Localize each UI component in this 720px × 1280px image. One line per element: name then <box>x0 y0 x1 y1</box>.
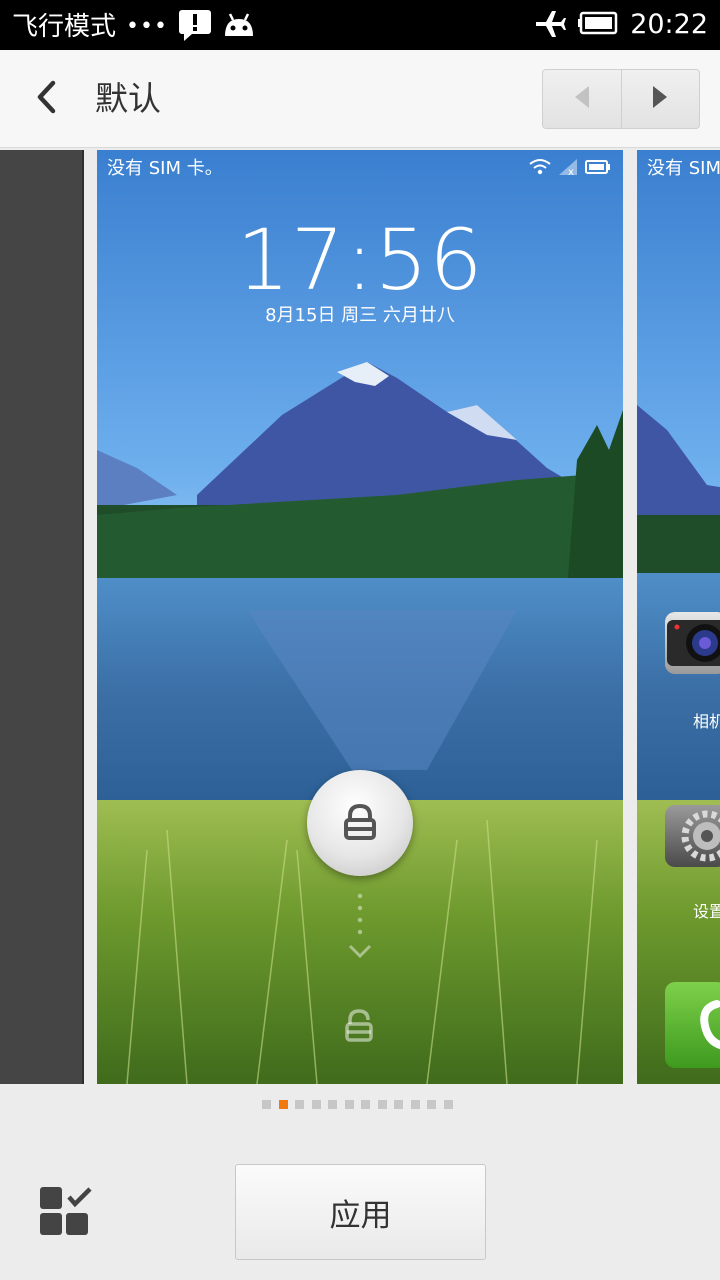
triangle-right-icon <box>651 84 669 114</box>
grid-check-icon <box>38 1187 94 1241</box>
next-preview-status-text: 没有 SIM <box>647 158 720 179</box>
airplane-icon <box>532 8 567 42</box>
page-dot <box>328 1100 337 1109</box>
android-icon <box>222 10 256 44</box>
more-dots: ••• <box>126 14 168 39</box>
page-dot <box>295 1100 304 1109</box>
preview-status-icons: x <box>529 158 611 180</box>
apply-button[interactable]: 应用 <box>235 1164 486 1260</box>
page-title: 默认 <box>95 79 161 118</box>
page-dot <box>377 1100 387 1109</box>
settings-label: 设置 <box>693 902 720 921</box>
next-preview-card[interactable]: 没有 SIM 相机 设置 <box>637 150 720 1084</box>
unlock-handle[interactable] <box>307 770 413 876</box>
battery-icon <box>578 11 618 39</box>
theme-nav <box>542 69 700 129</box>
page-dot <box>311 1100 321 1109</box>
status-time: 20:22 <box>630 9 708 40</box>
preview-battery-icon <box>585 159 611 179</box>
theme-preview-carousel[interactable]: 没有 SIM 卡。 x 17:56 8月15日 周三 六月廿八 没有 SIM 相… <box>0 150 720 1085</box>
previous-theme-button[interactable] <box>543 70 621 128</box>
lockscreen-clock: 17:56 <box>236 211 484 309</box>
next-theme-button[interactable] <box>620 70 700 128</box>
unlock-track <box>343 890 377 970</box>
lock-icon <box>337 798 383 848</box>
header: 默认 <box>0 50 720 148</box>
page-dot <box>262 1100 271 1109</box>
previous-preview-card[interactable] <box>0 150 84 1084</box>
page-dot <box>427 1100 436 1109</box>
back-button[interactable] <box>24 74 68 124</box>
status-left: 飞行模式 ••• <box>12 8 256 46</box>
svg-text:x: x <box>568 167 574 176</box>
status-bar: 飞行模式 ••• 20:22 <box>0 0 720 50</box>
settings-icon <box>665 805 720 867</box>
lockscreen-preview-card[interactable]: 没有 SIM 卡。 x 17:56 8月15日 周三 六月廿八 <box>97 150 623 1084</box>
lockscreen-date: 8月15日 周三 六月廿八 <box>265 305 455 326</box>
warning-icon <box>178 8 212 46</box>
theme-components-button[interactable] <box>38 1185 94 1237</box>
triangle-left-icon <box>573 84 591 114</box>
no-signal-icon: x <box>557 158 579 180</box>
page-dot <box>443 1100 453 1109</box>
page-dot <box>344 1100 354 1109</box>
page-indicator <box>262 1100 453 1109</box>
camera-label: 相机 <box>693 712 720 731</box>
chevron-left-icon <box>35 80 57 118</box>
unlock-target-icon <box>339 1006 379 1046</box>
wifi-icon <box>529 158 551 180</box>
page-dot <box>361 1100 370 1109</box>
page-dot-active <box>278 1100 288 1109</box>
page-dot <box>410 1100 420 1109</box>
page-dot <box>394 1100 403 1109</box>
phone-icon <box>665 982 720 1068</box>
preview-status-text: 没有 SIM 卡。 <box>107 158 223 179</box>
camera-icon <box>665 612 720 674</box>
airplane-mode-text: 飞行模式 <box>12 12 117 42</box>
status-right: 20:22 <box>532 8 708 42</box>
